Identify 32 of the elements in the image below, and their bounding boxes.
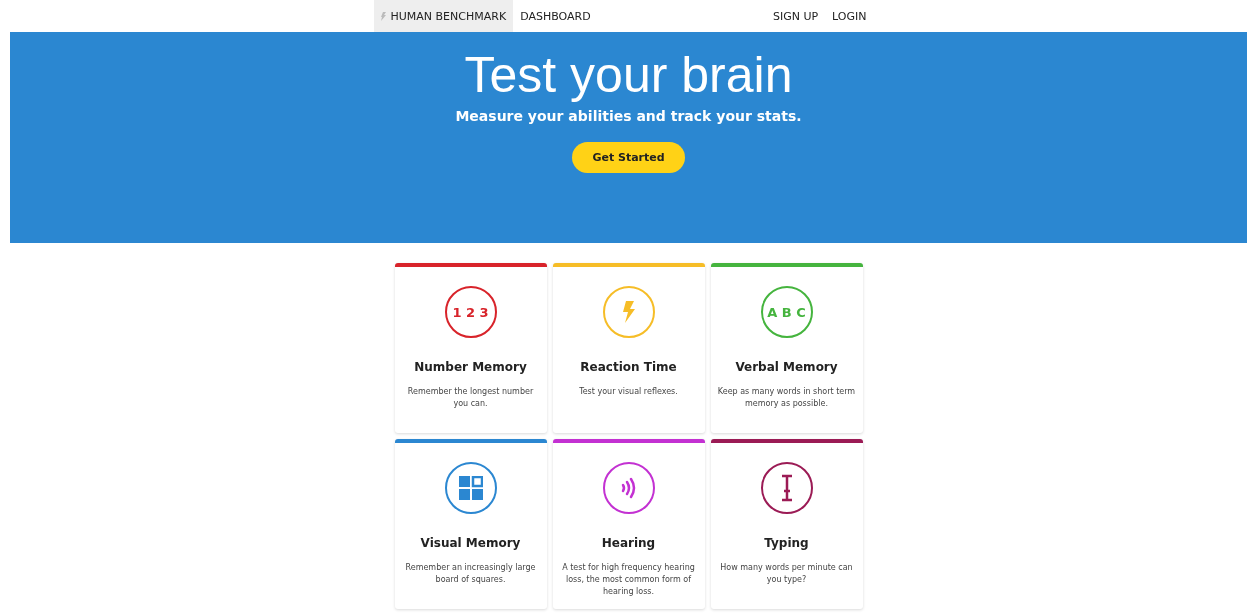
test-card[interactable]: Hearing A test for high frequency hearing loss, the most common form of hearing loss. [552, 439, 705, 609]
card-description: Keep as many words in short term memory as possible. [716, 386, 857, 410]
text-cursor-icon [780, 474, 793, 502]
card-description: A test for high frequency hearing loss, the most common form of hearing loss. [561, 562, 696, 598]
sound-waves-icon [620, 477, 637, 499]
card-title: Hearing [601, 536, 656, 550]
nav-link[interactable]: DASHBOARD [513, 0, 598, 32]
card-title: Visual Memory [420, 536, 521, 550]
card-description: How many words per minute can you type? [719, 562, 854, 586]
nav-link[interactable]: LOGIN [825, 0, 874, 32]
hero-subtitle: Measure your abilities and track your stats. [455, 108, 802, 124]
card-title: Number Memory [414, 360, 527, 374]
card-title: Reaction Time [580, 360, 677, 374]
card-title: Typing [764, 536, 809, 550]
card-description: Remember an increasingly large board of squares. [404, 562, 537, 586]
test-card[interactable]: Typing How many words per minute can you type? [710, 439, 863, 609]
get-started-button[interactable]: Get Started [572, 142, 685, 173]
card-description: Remember the longest number you can. [406, 386, 535, 410]
test-card[interactable]: Reaction Time Test your visual reflexes. [552, 263, 705, 433]
grid-icon [458, 476, 483, 500]
card-icon-text: A B C [767, 304, 806, 320]
hero-title: Test your brain [464, 46, 793, 104]
lightning-icon [380, 11, 386, 21]
card-icon-text: 1 2 3 [452, 304, 489, 320]
test-card[interactable]: A B C Verbal Memory Keep as many words in short term memory as possible. [710, 263, 863, 433]
card-title: Verbal Memory [735, 360, 838, 374]
brand-link[interactable]: HUMAN BENCHMARK [373, 0, 514, 32]
card-description: Test your visual reflexes. [578, 386, 679, 398]
nav-link[interactable]: SIGN UP [765, 0, 826, 32]
test-card[interactable]: Visual Memory Remember an increasingly large board of squares. [394, 439, 547, 609]
test-card[interactable]: 1 2 3 Number Memory Remember the longest number you can. [394, 263, 547, 433]
lightning-icon [621, 301, 636, 323]
